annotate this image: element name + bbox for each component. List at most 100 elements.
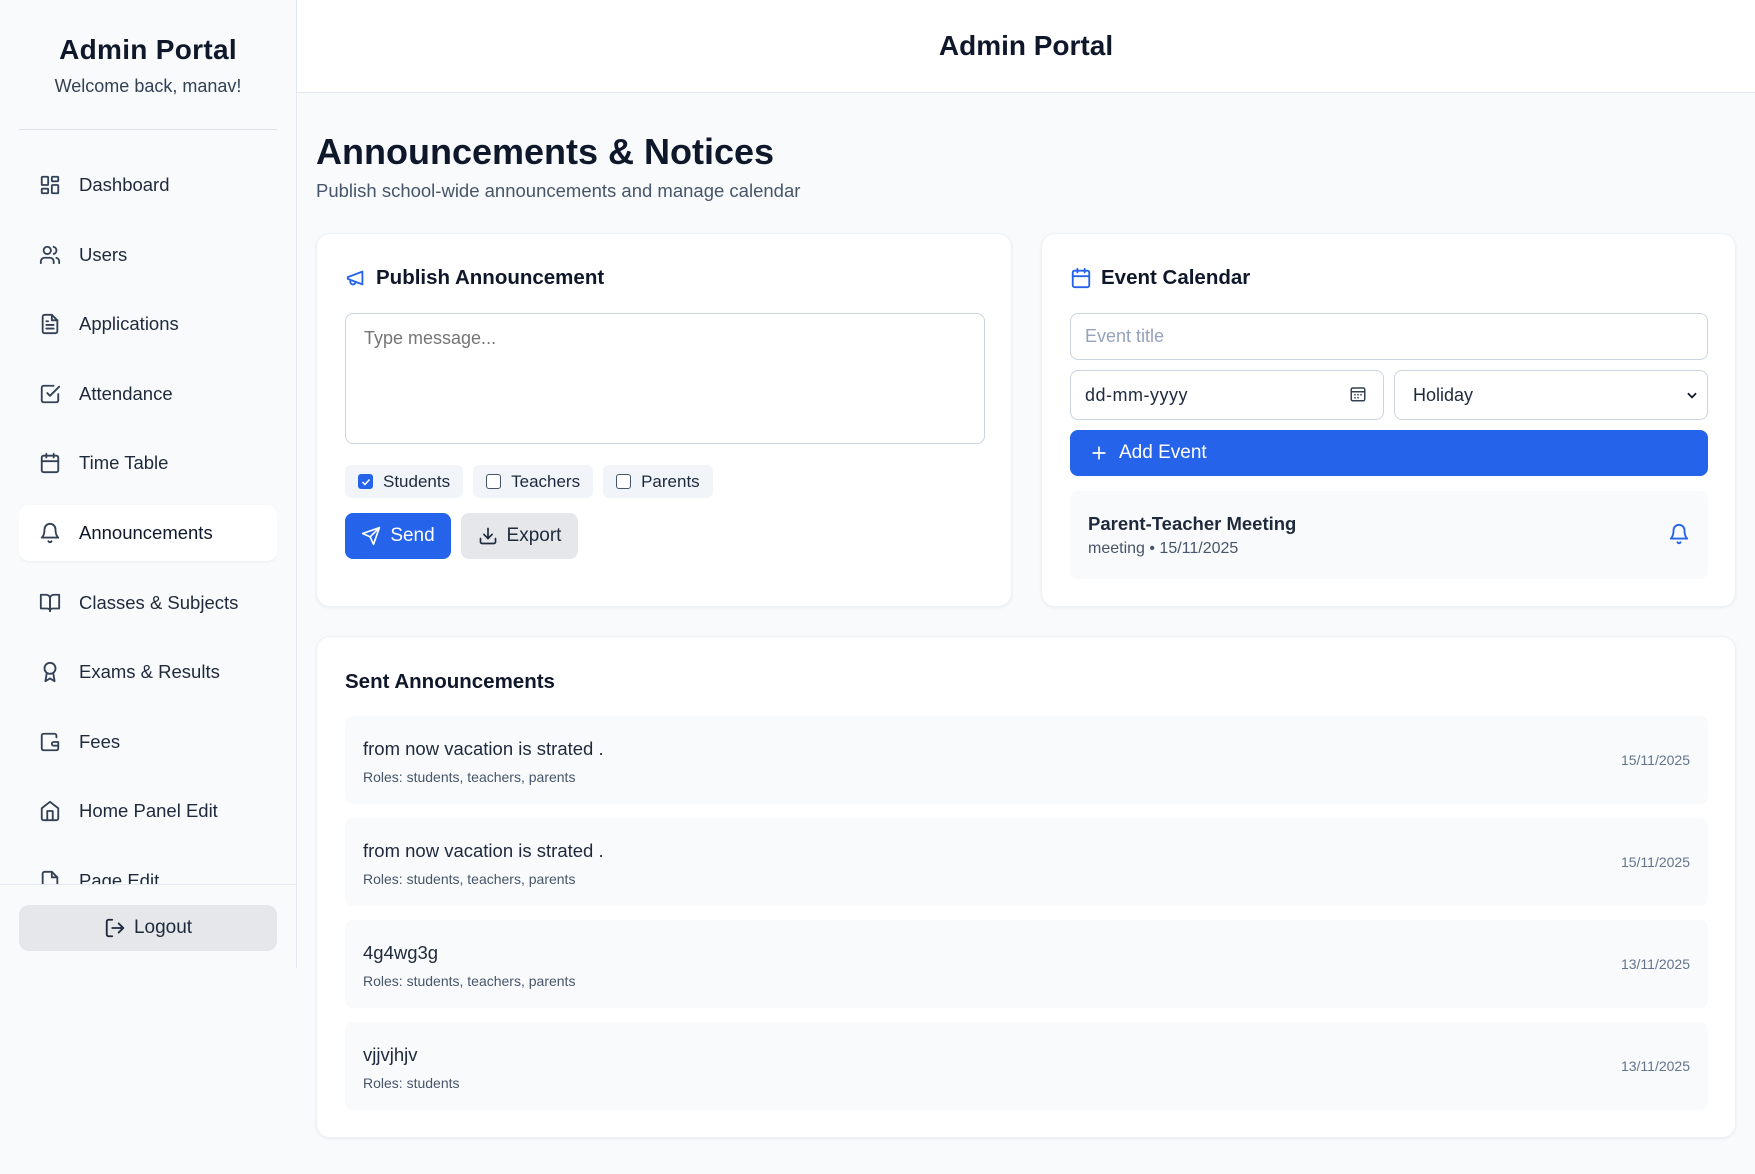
- checkbox-unchecked-icon: [486, 474, 502, 489]
- export-button[interactable]: Export: [461, 513, 578, 559]
- sidebar-item-exams-results[interactable]: Exams & Results: [19, 644, 277, 700]
- message-textarea[interactable]: [345, 313, 985, 444]
- announcement-item: 4g4wg3g Roles: students, teachers, paren…: [345, 920, 1708, 1008]
- announcement-date: 15/11/2025: [1620, 854, 1690, 870]
- send-button[interactable]: Send: [345, 513, 451, 559]
- event-type-value: Holiday: [1413, 384, 1474, 405]
- date-picker-icon[interactable]: [1349, 385, 1367, 403]
- role-students-checkbox[interactable]: Students: [345, 465, 464, 498]
- sidebar-item-label: Time Table: [79, 452, 169, 474]
- sidebar-item-page-edit[interactable]: Page Edit: [19, 853, 277, 885]
- announcement-date: 13/11/2025: [1620, 1058, 1690, 1074]
- event-title: Parent-Teacher Meeting: [1088, 513, 1297, 534]
- sidebar-item-label: Fees: [79, 730, 121, 752]
- calendar-icon: [1071, 267, 1091, 289]
- sidebar-item-home-panel-edit[interactable]: Home Panel Edit: [19, 783, 277, 839]
- sidebar-item-dashboard[interactable]: Dashboard: [19, 157, 277, 213]
- bell-icon[interactable]: [1668, 523, 1690, 545]
- announcement-date: 13/11/2025: [1620, 956, 1690, 972]
- page-subtitle: Publish school-wide announcements and ma…: [316, 180, 801, 201]
- event-type-select[interactable]: Holiday: [1394, 370, 1708, 420]
- sidebar-item-fees[interactable]: Fees: [19, 714, 277, 770]
- role-label: Students: [383, 471, 451, 491]
- welcome-text: Welcome back, manav!: [54, 76, 242, 96]
- sidebar-item-announcements[interactable]: Announcements: [19, 504, 277, 561]
- announcement-date: 15/11/2025: [1620, 752, 1690, 768]
- add-event-label: Add Event: [1119, 442, 1207, 463]
- announcement-message: from now vacation is strated .: [363, 738, 604, 759]
- page-title: Announcements & Notices: [316, 131, 775, 172]
- event-list-item: Parent-Teacher Meeting meeting • 15/11/2…: [1070, 491, 1708, 579]
- send-icon: [362, 526, 381, 546]
- header-title: Admin Portal: [938, 30, 1114, 61]
- sidebar-item-users[interactable]: Users: [19, 227, 277, 283]
- calendar-icon: [38, 451, 62, 475]
- sidebar-item-label: Attendance: [79, 382, 173, 404]
- send-label: Send: [390, 525, 435, 546]
- file-text-icon: [38, 312, 62, 336]
- logout-icon: [105, 918, 125, 938]
- date-placeholder: dd-mm-yyyy: [1085, 384, 1188, 405]
- checkbox-unchecked-icon: [616, 474, 632, 489]
- announcement-roles: Roles: students: [363, 1075, 460, 1091]
- export-label: Export: [506, 525, 562, 546]
- sidebar-nav: Dashboard Users Applications Attendance …: [19, 157, 277, 885]
- sidebar-footer: Logout: [0, 884, 296, 968]
- announcement-list: from now vacation is strated . Roles: st…: [345, 716, 1708, 1124]
- bell-icon: [38, 521, 62, 545]
- sidebar-item-label: Dashboard: [79, 174, 170, 195]
- download-icon: [479, 527, 496, 545]
- role-parents-checkbox[interactable]: Parents: [603, 465, 713, 498]
- publish-card-title: Publish Announcement: [345, 266, 604, 290]
- sidebar-item-label: Exams & Results: [79, 661, 220, 683]
- sidebar-item-label: Page Edit: [79, 869, 160, 885]
- event-calendar-card: Event Calendar Event title dd-mm-yyyy Ho…: [1041, 233, 1736, 607]
- award-icon: [38, 660, 62, 684]
- users-icon: [38, 243, 62, 267]
- sidebar-title: Admin Portal: [59, 34, 237, 65]
- event-title-placeholder: Event title: [1085, 326, 1165, 346]
- announcement-roles: Roles: students, teachers, parents: [363, 973, 576, 989]
- event-title-input[interactable]: Event title: [1070, 313, 1708, 360]
- dashboard-icon: [38, 173, 62, 197]
- publish-title-text: Publish Announcement: [376, 266, 605, 289]
- plus-icon: [1092, 446, 1106, 460]
- calendar-card-title: Event Calendar: [1070, 266, 1250, 290]
- role-checkboxes: Students Teachers Parents: [345, 465, 723, 498]
- sidebar-item-label: Users: [79, 243, 128, 265]
- check-square-icon: [38, 382, 62, 406]
- role-label: Teachers: [511, 471, 581, 491]
- sidebar-item-label: Applications: [79, 313, 179, 335]
- announcement-item: vjjvjhjv Roles: students 13/11/2025: [345, 1022, 1708, 1110]
- sidebar-item-attendance[interactable]: Attendance: [19, 366, 277, 422]
- checkbox-checked-icon: [358, 474, 373, 489]
- announcement-message: vjjvjhjv: [363, 1044, 418, 1065]
- sent-announcements-title: Sent Announcements: [345, 670, 555, 693]
- sidebar-item-label: Classes & Subjects: [79, 591, 239, 613]
- sent-announcements-card: Sent Announcements from now vacation is …: [316, 636, 1736, 1138]
- announcement-item: from now vacation is strated . Roles: st…: [345, 818, 1708, 906]
- role-label: Parents: [641, 471, 700, 491]
- publish-announcement-card: Publish Announcement Students Teachers P…: [316, 233, 1012, 607]
- event-date-input[interactable]: dd-mm-yyyy: [1070, 370, 1384, 420]
- sidebar-item-applications[interactable]: Applications: [19, 296, 277, 352]
- announcement-item: from now vacation is strated . Roles: st…: [345, 716, 1708, 804]
- sidebar-item-label: Home Panel Edit: [79, 800, 218, 822]
- sidebar-item-classes-subjects[interactable]: Classes & Subjects: [19, 575, 277, 631]
- home-icon: [38, 799, 62, 823]
- calendar-title-text: Event Calendar: [1101, 266, 1251, 289]
- top-header: Admin Portal: [297, 0, 1755, 93]
- add-event-button[interactable]: Add Event: [1070, 430, 1708, 476]
- announcement-message: 4g4wg3g: [363, 942, 439, 963]
- book-open-icon: [38, 591, 62, 615]
- announcement-message: from now vacation is strated .: [363, 840, 604, 861]
- megaphone-icon: [346, 270, 364, 286]
- chevron-down-icon: [1685, 386, 1699, 400]
- sidebar-brand: Admin Portal Welcome back, manav!: [19, 0, 277, 130]
- wallet-icon: [38, 730, 62, 754]
- event-meta: meeting • 15/11/2025: [1088, 540, 1239, 557]
- file-edit-icon: [38, 869, 62, 885]
- role-teachers-checkbox[interactable]: Teachers: [473, 465, 594, 498]
- sidebar-item-time-table[interactable]: Time Table: [19, 435, 277, 491]
- logout-button[interactable]: Logout: [19, 905, 277, 951]
